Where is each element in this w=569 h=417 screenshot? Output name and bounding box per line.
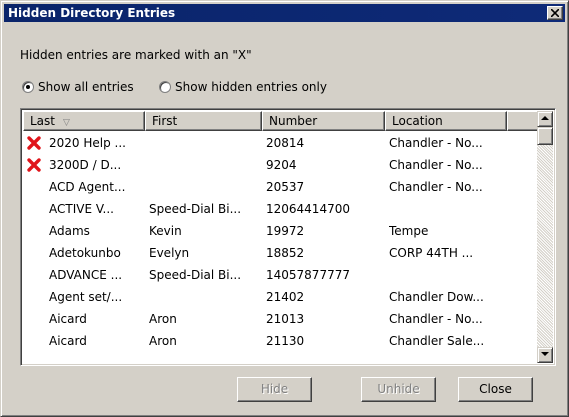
column-header-location[interactable]: Location <box>385 111 507 131</box>
window-title: Hidden Directory Entries <box>8 6 176 20</box>
table-row[interactable]: ADVANCE ... Speed-Dial Bi... 14057877777 <box>23 264 537 286</box>
list-header: Last ▽ First Number Location <box>23 111 553 131</box>
scroll-up-button[interactable] <box>537 111 553 127</box>
cell-location: Chandler Sale... <box>389 334 485 348</box>
cell-number: 19972 <box>266 224 305 238</box>
table-row[interactable]: Adetokunbo Evelyn 18852 CORP 44TH ... <box>23 242 537 264</box>
hidden-entries-hint: Hidden entries are marked with an "X" <box>20 48 252 62</box>
column-header-filler <box>507 111 539 131</box>
cell-last: Aicard <box>49 334 87 348</box>
column-header-number-label: Number <box>269 114 318 128</box>
cell-number: 20537 <box>266 180 305 194</box>
cell-number: 20814 <box>266 136 305 150</box>
cell-number: 9204 <box>266 158 297 172</box>
cell-first: Aron <box>149 312 177 326</box>
hide-button-label: Hide <box>260 382 289 396</box>
column-header-first-label: First <box>152 114 178 128</box>
close-button[interactable]: Close <box>458 377 533 402</box>
cell-last: 2020 Help ... <box>49 136 126 150</box>
radio-button-unselected[interactable] <box>159 81 171 93</box>
unhide-button-label: Unhide <box>377 382 420 396</box>
hidden-x-icon <box>27 136 41 150</box>
table-row[interactable]: Aicard Aron 21130 Chandler Sale... <box>23 330 537 352</box>
cell-location: Chandler - No... <box>389 180 483 194</box>
cell-location: Chandler - No... <box>389 312 483 326</box>
column-header-last-label: Last <box>30 114 55 128</box>
cell-location: CORP 44TH ... <box>389 246 474 260</box>
table-row[interactable]: Adams Kevin 19972 Tempe <box>23 220 537 242</box>
table-row[interactable]: ACTIVE V... Speed-Dial Bi... 12064414700 <box>23 198 537 220</box>
table-row[interactable]: 3200D / D... 9204 Chandler - No... <box>23 154 537 176</box>
scrollbar-thumb[interactable] <box>537 127 553 145</box>
cell-number: 21130 <box>266 334 305 348</box>
cell-last: ACD Agent... <box>49 180 126 194</box>
sort-descending-icon: ▽ <box>63 118 70 128</box>
scroll-down-button[interactable] <box>537 347 553 363</box>
radio-button-selected[interactable] <box>22 81 34 93</box>
cell-first: Speed-Dial Bi... <box>149 202 242 216</box>
cell-last: ADVANCE ... <box>49 268 123 282</box>
close-icon <box>551 9 559 17</box>
cell-first: Kevin <box>149 224 182 238</box>
cell-last: Adetokunbo <box>49 246 121 260</box>
cell-location: Chandler - No... <box>389 158 483 172</box>
column-header-first[interactable]: First <box>145 111 262 131</box>
directory-list[interactable]: Last ▽ First Number Location 2020 Help ..… <box>20 108 556 366</box>
cell-last: 3200D / D... <box>49 158 122 172</box>
hide-button[interactable]: Hide <box>237 377 312 402</box>
radio-show-all-label: Show all entries <box>38 80 134 94</box>
close-button-label: Close <box>479 382 512 396</box>
close-window-button[interactable] <box>547 6 563 20</box>
table-row[interactable]: Aicard Aron 21013 Chandler - No... <box>23 308 537 330</box>
title-bar[interactable]: Hidden Directory Entries <box>4 4 565 22</box>
arrow-up-icon <box>541 116 549 120</box>
cell-last: ACTIVE V... <box>49 202 114 216</box>
table-row[interactable]: 2020 Help ... 20814 Chandler - No... <box>23 132 537 154</box>
hidden-x-icon <box>27 158 41 172</box>
column-header-number[interactable]: Number <box>262 111 385 131</box>
table-row[interactable]: Agent set/... 21402 Chandler Dow... <box>23 286 537 308</box>
cell-first: Evelyn <box>149 246 190 260</box>
cell-location: Chandler - No... <box>389 136 483 150</box>
column-header-location-label: Location <box>392 114 443 128</box>
cell-number: 12064414700 <box>266 202 350 216</box>
cell-first: Speed-Dial Bi... <box>149 268 242 282</box>
arrow-down-icon <box>541 352 549 356</box>
table-row[interactable]: ACD Agent... 20537 Chandler - No... <box>23 176 537 198</box>
vertical-scrollbar[interactable] <box>537 111 553 363</box>
cell-last: Adams <box>49 224 90 238</box>
cell-number: 21402 <box>266 290 305 304</box>
column-header-last[interactable]: Last ▽ <box>23 111 145 131</box>
cell-number: 18852 <box>266 246 305 260</box>
cell-first: Aron <box>149 334 177 348</box>
unhide-button[interactable]: Unhide <box>361 377 436 402</box>
cell-number: 14057877777 <box>266 268 350 282</box>
cell-number: 21013 <box>266 312 305 326</box>
radio-show-hidden-only-label: Show hidden entries only <box>175 80 327 94</box>
cell-last: Agent set/... <box>49 290 123 304</box>
cell-location: Tempe <box>389 224 429 238</box>
hidden-directory-entries-dialog: Hidden Directory Entries Hidden entries … <box>0 0 569 417</box>
cell-last: Aicard <box>49 312 87 326</box>
cell-location: Chandler Dow... <box>389 290 484 304</box>
